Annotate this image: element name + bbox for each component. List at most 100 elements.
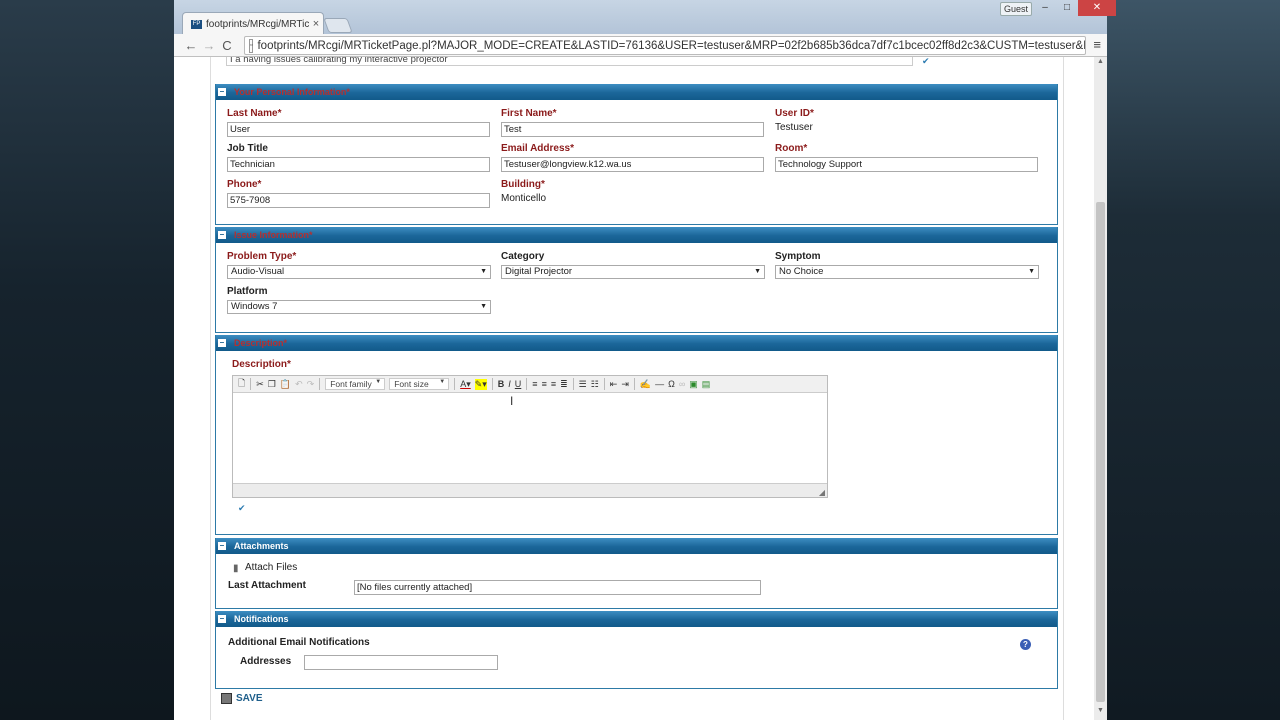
maximize-button[interactable]: □ xyxy=(1056,0,1078,16)
text-color-icon[interactable]: A▾ xyxy=(460,379,471,390)
address-bar[interactable]: ▫ footprints/MRcgi/MRTicketPage.pl?MAJOR… xyxy=(244,36,1086,55)
building-value: Monticello xyxy=(501,193,547,204)
editor-toolbar: 🗋 ✂ ❐ 📋 ↶ ↷ Font family ▼ Font size ▼ A▾ ✎… xyxy=(233,376,827,393)
copy-icon[interactable]: ❐ xyxy=(268,379,276,390)
page-viewport: I a having issues calibrating my interac… xyxy=(174,57,1094,720)
scroll-up-icon[interactable]: ▲ xyxy=(1097,58,1104,65)
link-icon[interactable]: ∞ xyxy=(679,379,685,389)
problem-type-select[interactable]: Audio-Visual ▼ xyxy=(227,265,491,279)
collapse-icon[interactable]: – xyxy=(218,542,226,550)
cut-icon[interactable]: ✂ xyxy=(256,379,264,390)
font-size-select[interactable]: Font size ▼ xyxy=(389,378,450,390)
horizontal-rule-icon[interactable]: — xyxy=(655,379,664,389)
resize-handle-icon[interactable]: ◢ xyxy=(819,488,825,497)
italic-icon[interactable]: I xyxy=(508,379,511,389)
attachments-section: – Attachments ▮ Attach Files Last Attach… xyxy=(215,538,1058,609)
help-icon[interactable]: ? xyxy=(1020,639,1031,650)
underline-icon[interactable]: U xyxy=(515,379,522,389)
paste-icon[interactable]: 📋 xyxy=(280,379,291,390)
new-document-icon[interactable]: 🗋 xyxy=(238,376,245,392)
spellcheck-icon[interactable]: ✔ xyxy=(922,57,930,67)
section-header[interactable]: – Attachments xyxy=(216,538,1057,554)
redo-icon[interactable]: ↷ xyxy=(307,379,315,390)
browser-window: FP footprints/MRcgi/MRTicke × Guest – □ … xyxy=(174,0,1116,720)
back-icon[interactable]: ← xyxy=(182,38,200,53)
title-field[interactable]: I a having issues calibrating my interac… xyxy=(226,57,913,66)
page-info-icon[interactable]: ▫ xyxy=(249,38,254,53)
align-justify-icon[interactable]: ≣ xyxy=(560,379,568,390)
last-attachment-field: [No files currently attached] xyxy=(354,580,761,595)
category-label: Category xyxy=(501,251,545,262)
paperclip-icon: ▮ xyxy=(233,563,239,574)
dropdown-arrow-icon: ▼ xyxy=(480,268,487,275)
last-name-input[interactable]: User xyxy=(227,122,490,137)
align-center-icon[interactable]: ≡ xyxy=(542,379,547,389)
font-family-value: Font family xyxy=(330,379,372,389)
additional-email-label: Additional Email Notifications xyxy=(228,637,370,648)
collapse-icon[interactable]: – xyxy=(218,231,226,239)
align-right-icon[interactable]: ≡ xyxy=(551,379,556,389)
attach-files-link[interactable]: Attach Files xyxy=(245,562,297,573)
addresses-input[interactable] xyxy=(304,655,498,670)
vertical-scrollbar[interactable]: ▲ ▼ xyxy=(1094,57,1107,720)
dropdown-arrow-icon: ▼ xyxy=(439,379,446,385)
addresses-label: Addresses xyxy=(240,656,292,667)
minimize-button[interactable]: – xyxy=(1034,0,1056,16)
bullet-list-icon[interactable]: ☰ xyxy=(579,379,587,390)
job-title-input[interactable]: Technician xyxy=(227,157,490,172)
insert-media-icon[interactable]: ▤ xyxy=(702,379,711,390)
indent-icon[interactable]: ⇥ xyxy=(621,379,629,390)
problem-type-value: Audio-Visual xyxy=(231,266,285,277)
save-button[interactable]: SAVE xyxy=(221,693,263,704)
browser-tab[interactable]: FP footprints/MRcgi/MRTicke × xyxy=(182,12,324,35)
scrollbar-thumb[interactable] xyxy=(1096,202,1105,702)
last-name-label: Last Name* xyxy=(227,108,282,119)
collapse-icon[interactable]: – xyxy=(218,339,226,347)
tab-close-icon[interactable]: × xyxy=(309,18,323,30)
phone-input[interactable]: 575-7908 xyxy=(227,193,490,208)
insert-image-icon[interactable]: ▣ xyxy=(689,379,698,390)
browser-menu-icon[interactable]: ≡ xyxy=(1093,37,1101,52)
align-left-icon[interactable]: ≡ xyxy=(532,379,537,389)
section-title: Issue Information* xyxy=(234,230,313,240)
guest-profile-button[interactable]: Guest xyxy=(1000,2,1032,16)
highlight-color-icon[interactable]: ✎▾ xyxy=(474,378,487,390)
email-input[interactable]: Testuser@longview.k12.wa.us xyxy=(501,157,764,172)
section-header[interactable]: – Description* xyxy=(216,335,1057,351)
editor-statusbar: ◢ xyxy=(233,483,827,497)
close-window-button[interactable]: ✕ xyxy=(1078,0,1116,16)
browser-toolbar: ← → C ▫ footprints/MRcgi/MRTicketPage.pl… xyxy=(174,34,1107,57)
outdent-icon[interactable]: ⇤ xyxy=(610,379,618,390)
desktop-background-right xyxy=(1107,0,1280,720)
collapse-icon[interactable]: – xyxy=(218,615,226,623)
collapse-icon[interactable]: – xyxy=(218,88,226,96)
edit-html-icon[interactable]: ✍ xyxy=(640,379,651,390)
numbered-list-icon[interactable]: ☷ xyxy=(591,379,599,390)
special-character-icon[interactable]: Ω xyxy=(668,379,675,389)
footprints-favicon-icon: FP xyxy=(191,19,202,29)
section-title: Notifications xyxy=(234,614,289,624)
platform-select[interactable]: Windows 7 ▼ xyxy=(227,300,491,314)
reload-icon[interactable]: C xyxy=(218,38,236,53)
desktop-background-left xyxy=(0,0,174,720)
url-text: footprints/MRcgi/MRTicketPage.pl?MAJOR_M… xyxy=(257,39,1086,52)
tab-title: footprints/MRcgi/MRTicke xyxy=(206,18,309,30)
room-label: Room* xyxy=(775,143,808,154)
text-cursor-icon: I xyxy=(510,394,514,408)
section-header[interactable]: – Notifications xyxy=(216,611,1057,627)
room-input[interactable]: Technology Support xyxy=(775,157,1038,172)
section-header[interactable]: – Your Personal Information* xyxy=(216,84,1057,100)
category-select[interactable]: Digital Projector ▼ xyxy=(501,265,765,279)
symptom-select[interactable]: No Choice ▼ xyxy=(775,265,1039,279)
forward-icon[interactable]: → xyxy=(200,38,218,53)
undo-icon[interactable]: ↶ xyxy=(295,379,303,390)
bold-icon[interactable]: B xyxy=(498,379,505,389)
spellcheck-icon[interactable]: ✔ xyxy=(238,503,246,514)
font-family-select[interactable]: Font family ▼ xyxy=(325,378,386,390)
new-tab-button[interactable] xyxy=(323,18,353,33)
scroll-down-icon[interactable]: ▼ xyxy=(1097,707,1104,714)
rich-text-editor[interactable]: 🗋 ✂ ❐ 📋 ↶ ↷ Font family ▼ Font size ▼ A▾ ✎… xyxy=(232,375,828,498)
first-name-input[interactable]: Test xyxy=(501,122,764,137)
problem-type-label: Problem Type* xyxy=(227,251,297,262)
section-header[interactable]: – Issue Information* xyxy=(216,227,1057,243)
